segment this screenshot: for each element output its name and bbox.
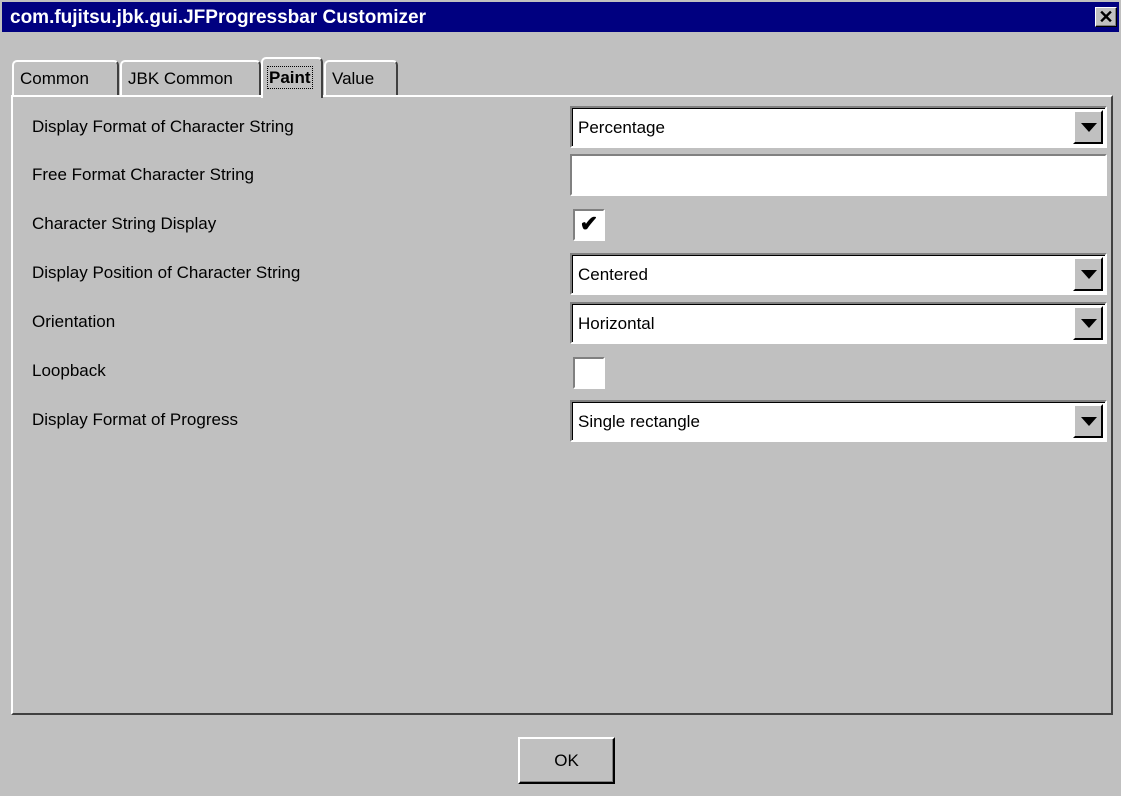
display-format-progress-value: Single rectangle	[578, 412, 700, 431]
checkmark-icon: ✔	[579, 211, 599, 236]
close-button[interactable]: ✕	[1095, 7, 1117, 27]
tab-common[interactable]: Common	[12, 60, 119, 97]
chevron-down-icon[interactable]	[1073, 404, 1103, 438]
chevron-down-icon[interactable]	[1073, 257, 1103, 291]
tab-jbk-common-label: JBK Common	[128, 69, 233, 88]
tab-value-label: Value	[332, 69, 375, 88]
orientation-combo[interactable]: Horizontal	[570, 302, 1107, 344]
ok-button[interactable]: OK	[518, 737, 615, 784]
free-format-string-label: Free Format Character String	[32, 165, 255, 184]
display-position-string-combo[interactable]: Centered	[570, 253, 1107, 295]
display-format-string-combo[interactable]: Percentage	[570, 106, 1107, 148]
chevron-down-icon[interactable]	[1073, 110, 1103, 144]
display-format-string-label: Display Format of Character String	[32, 117, 294, 136]
tab-jbk-common[interactable]: JBK Common	[120, 60, 261, 97]
paint-property-panel: Display Format of Character String Perce…	[11, 95, 1113, 715]
display-format-progress-label: Display Format of Progress	[32, 410, 238, 429]
display-position-string-label: Display Position of Character String	[32, 263, 301, 282]
display-position-string-value: Centered	[578, 265, 648, 284]
string-display-checkbox[interactable]: ✔	[573, 209, 605, 241]
tab-paint[interactable]: Paint	[261, 57, 323, 98]
title-bar[interactable]: com.fujitsu.jbk.gui.JFProgressbar Custom…	[2, 2, 1119, 32]
tab-paint-label: Paint	[267, 66, 313, 89]
loopback-checkbox[interactable]	[573, 357, 605, 389]
chevron-down-icon[interactable]	[1073, 306, 1103, 340]
tab-common-label: Common	[20, 69, 89, 88]
display-format-string-value: Percentage	[578, 118, 665, 137]
loopback-label: Loopback	[32, 361, 106, 380]
close-icon: ✕	[1098, 7, 1114, 27]
customizer-window: com.fujitsu.jbk.gui.JFProgressbar Custom…	[0, 0, 1121, 796]
orientation-value: Horizontal	[578, 314, 655, 333]
tab-value[interactable]: Value	[324, 60, 398, 97]
display-format-progress-combo[interactable]: Single rectangle	[570, 400, 1107, 442]
orientation-label: Orientation	[32, 312, 116, 331]
free-format-string-input[interactable]	[570, 154, 1107, 196]
string-display-label: Character String Display	[32, 214, 217, 233]
window-title: com.fujitsu.jbk.gui.JFProgressbar Custom…	[10, 7, 426, 28]
